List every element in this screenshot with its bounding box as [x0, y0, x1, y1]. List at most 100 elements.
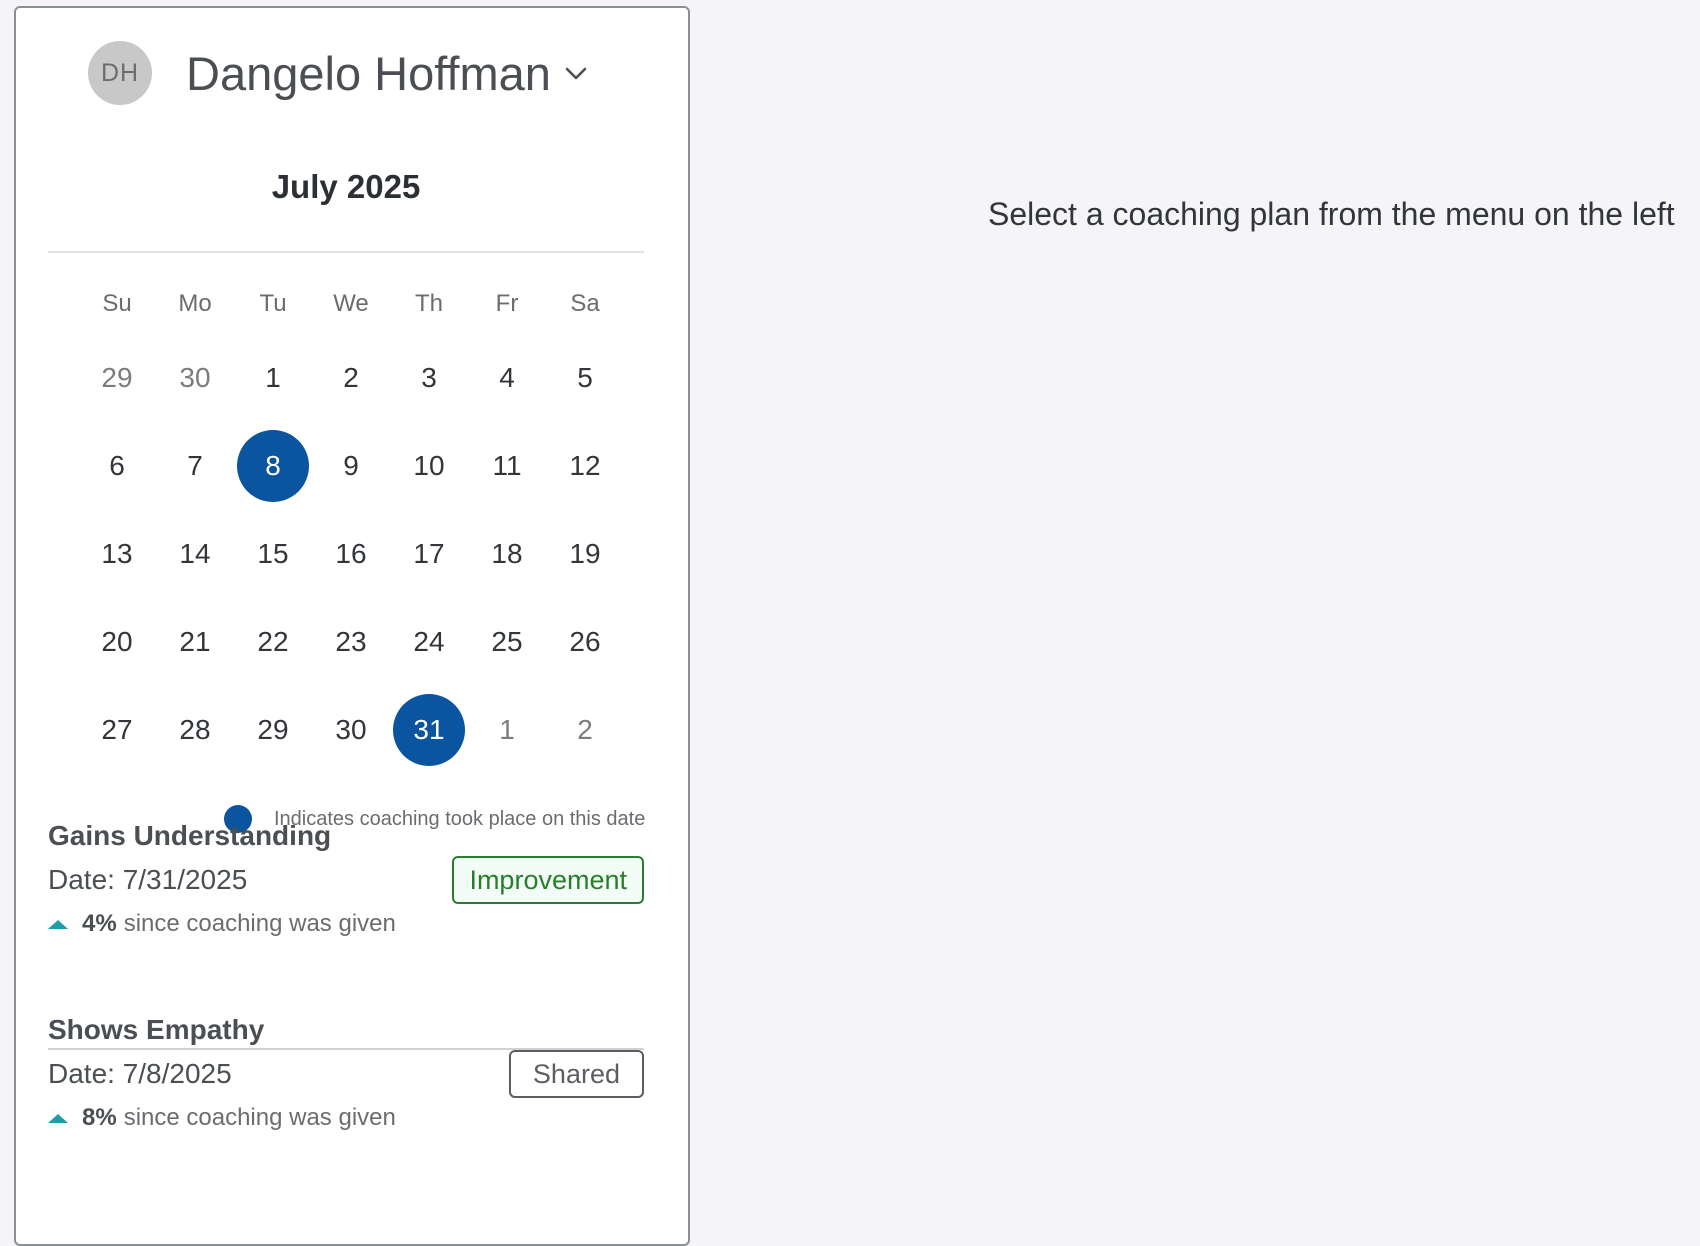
- calendar-day[interactable]: 2: [546, 694, 624, 766]
- calendar-day[interactable]: 21: [156, 606, 234, 678]
- day-number: 17: [413, 538, 445, 569]
- trend-up-icon: [48, 919, 68, 929]
- calendar-day[interactable]: 2: [312, 342, 390, 414]
- calendar-day[interactable]: 28: [156, 694, 234, 766]
- calendar-week-row: 20 21 22 23 24 25 26: [78, 598, 624, 686]
- trend-up-icon: [48, 1113, 68, 1123]
- calendar-divider: [48, 251, 644, 253]
- day-number: 14: [179, 538, 211, 569]
- day-number: 3: [421, 362, 437, 393]
- day-number: 28: [179, 714, 211, 745]
- calendar-week-row: 6 7 8 9 10 11 12: [78, 422, 624, 510]
- calendar-day-coached[interactable]: 31: [390, 694, 468, 766]
- calendar-day[interactable]: 4: [468, 342, 546, 414]
- plan-title: Gains Understanding: [48, 820, 332, 851]
- coaching-plan-item[interactable]: Shows Empathy Date: 7/8/2025 8% since co…: [48, 1014, 644, 1132]
- weekday-label: Mo: [178, 290, 212, 317]
- day-number: 29: [257, 714, 289, 745]
- day-number: 4: [499, 362, 515, 393]
- weekday-label: Th: [414, 290, 443, 317]
- status-badge: Improvement: [452, 856, 644, 904]
- calendar-day[interactable]: 14: [156, 518, 234, 590]
- user-selector[interactable]: DH Dangelo Hoffman: [88, 40, 589, 106]
- day-number: 21: [179, 626, 211, 657]
- calendar-day[interactable]: 23: [312, 606, 390, 678]
- plan-change: 8% since coaching was given: [48, 1104, 644, 1132]
- calendar-day[interactable]: 3: [390, 342, 468, 414]
- day-number: 26: [569, 626, 601, 657]
- day-number: 2: [343, 362, 359, 393]
- coaching-plan-item[interactable]: Gains Understanding Date: 7/31/2025 4% s…: [48, 820, 644, 938]
- calendar-day[interactable]: 13: [78, 518, 156, 590]
- coaching-sidebar: DH Dangelo Hoffman July 2025 Su Mo Tu We…: [14, 6, 690, 1246]
- user-name[interactable]: Dangelo Hoffman: [186, 46, 551, 101]
- day-number: 16: [335, 538, 367, 569]
- calendar-day[interactable]: 1: [468, 694, 546, 766]
- calendar-day[interactable]: 27: [78, 694, 156, 766]
- day-number: 1: [499, 714, 515, 745]
- calendar-day[interactable]: 30: [156, 342, 234, 414]
- calendar-day[interactable]: 9: [312, 430, 390, 502]
- day-number: 30: [335, 714, 367, 745]
- calendar-day[interactable]: 11: [468, 430, 546, 502]
- calendar-day[interactable]: 22: [234, 606, 312, 678]
- day-number: 9: [343, 450, 359, 481]
- day-number: 31: [393, 694, 465, 766]
- day-number: 15: [257, 538, 289, 569]
- calendar-day[interactable]: 26: [546, 606, 624, 678]
- calendar-week-row: 13 14 15 16 17 18 19: [78, 510, 624, 598]
- calendar-week-row: 29 30 1 2 3 4 5: [78, 334, 624, 422]
- calendar-day[interactable]: 1: [234, 342, 312, 414]
- day-number: 24: [413, 626, 445, 657]
- weekday-label: Tu: [259, 290, 287, 317]
- calendar-day[interactable]: 16: [312, 518, 390, 590]
- plan-title: Shows Empathy: [48, 1014, 265, 1045]
- day-number: 7: [187, 450, 203, 481]
- calendar-grid: Su Mo Tu We Th Fr Sa 29 30 1 2 3 4 5 6 7 8 9 10 11 12…: [78, 274, 624, 774]
- status-badge: Shared: [508, 1050, 644, 1098]
- day-number: 18: [491, 538, 523, 569]
- calendar-day[interactable]: 5: [546, 342, 624, 414]
- calendar-day[interactable]: 29: [234, 694, 312, 766]
- plan-change: 4% since coaching was given: [48, 910, 644, 938]
- weekday-label: Fr: [495, 290, 519, 317]
- change-value: 4%: [82, 910, 117, 937]
- calendar-day[interactable]: 10: [390, 430, 468, 502]
- weekday-header-row: Su Mo Tu We Th Fr Sa: [78, 274, 624, 334]
- day-number: 22: [257, 626, 289, 657]
- day-number: 1: [265, 362, 281, 393]
- calendar-day-coached[interactable]: 8: [234, 430, 312, 502]
- chevron-down-icon[interactable]: [563, 60, 589, 86]
- day-number: 30: [179, 362, 211, 393]
- calendar-day[interactable]: 24: [390, 606, 468, 678]
- day-number: 5: [577, 362, 593, 393]
- calendar-weeks: 29 30 1 2 3 4 5 6 7 8 9 10 11 12 13 14 15 16 17 18 19 20 21 22 2…: [78, 334, 624, 774]
- day-number: 6: [109, 450, 125, 481]
- calendar-day[interactable]: 30: [312, 694, 390, 766]
- change-text: since coaching was given: [123, 1104, 396, 1131]
- empty-state-message: Select a coaching plan from the menu on …: [988, 196, 1675, 232]
- change-value: 8%: [82, 1104, 117, 1131]
- calendar-day[interactable]: 29: [78, 342, 156, 414]
- calendar-day[interactable]: 17: [390, 518, 468, 590]
- day-number: 2: [577, 714, 593, 745]
- day-number: 20: [101, 626, 133, 657]
- day-number: 25: [491, 626, 523, 657]
- day-number: 8: [237, 430, 309, 502]
- day-number: 10: [413, 450, 445, 481]
- calendar-day[interactable]: 15: [234, 518, 312, 590]
- day-number: 19: [569, 538, 601, 569]
- calendar-day[interactable]: 6: [78, 430, 156, 502]
- avatar: DH: [88, 41, 152, 105]
- calendar-day[interactable]: 20: [78, 606, 156, 678]
- day-number: 29: [101, 362, 133, 393]
- calendar-day[interactable]: 7: [156, 430, 234, 502]
- calendar-day[interactable]: 19: [546, 518, 624, 590]
- day-number: 23: [335, 626, 367, 657]
- weekday-label: Su: [102, 290, 132, 317]
- calendar-day[interactable]: 25: [468, 606, 546, 678]
- calendar-day[interactable]: 12: [546, 430, 624, 502]
- calendar-day[interactable]: 18: [468, 518, 546, 590]
- weekday-label: We: [333, 290, 369, 317]
- day-number: 12: [569, 450, 601, 481]
